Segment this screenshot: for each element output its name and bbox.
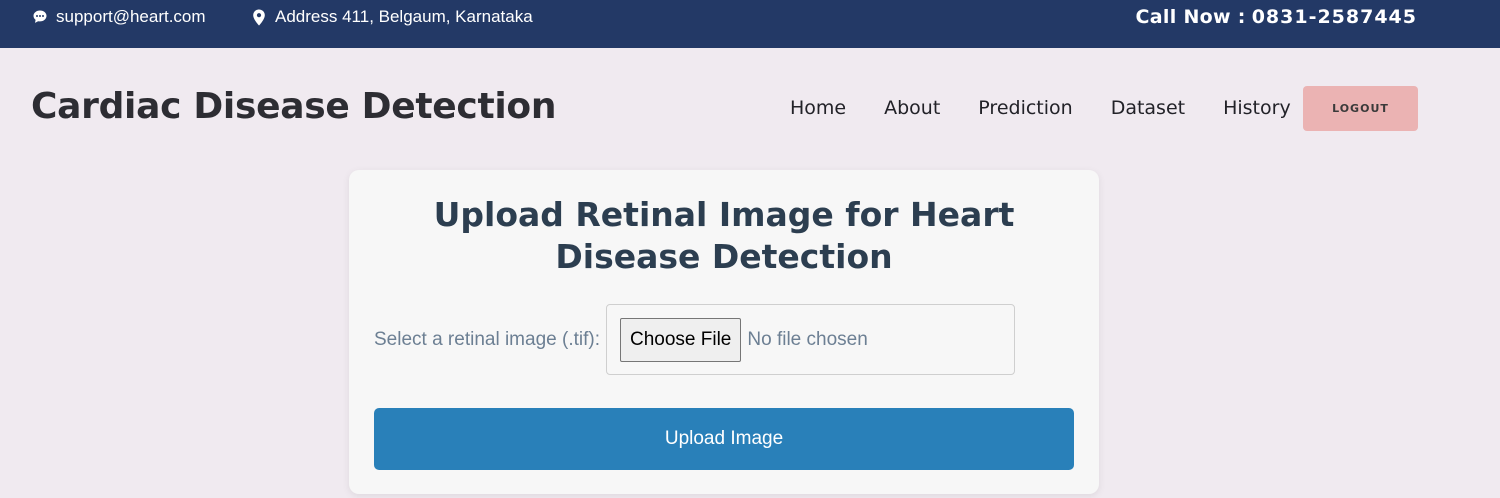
call-label: Call Now : — [1135, 6, 1246, 28]
file-input[interactable]: Choose File No file chosen — [605, 304, 1015, 375]
chat-bubble-icon — [31, 9, 48, 26]
nav-home[interactable]: Home — [790, 97, 846, 119]
upload-card: Upload Retinal Image for Heart Disease D… — [349, 170, 1099, 494]
site-brand[interactable]: Cardiac Disease Detection — [31, 86, 556, 127]
logout-button[interactable]: LOGOUT — [1303, 86, 1418, 131]
contact-email: support@heart.com — [31, 0, 206, 34]
address-text: Address 411, Belgaum, Karnataka — [275, 7, 533, 26]
call-now: Call Now : 0831-2587445 — [1136, 0, 1417, 34]
map-pin-icon — [250, 9, 267, 26]
upload-title: Upload Retinal Image for Heart Disease D… — [433, 195, 1015, 276]
nav-prediction[interactable]: Prediction — [978, 97, 1072, 119]
nav-about[interactable]: About — [884, 97, 940, 119]
file-input-row: Select a retinal image (.tif): Choose Fi… — [374, 304, 1015, 375]
main-nav: Home About Prediction Dataset History — [790, 86, 1329, 130]
choose-file-button[interactable]: Choose File — [619, 317, 742, 362]
call-number[interactable]: 0831-2587445 — [1252, 6, 1417, 28]
email-text: support@heart.com — [56, 7, 206, 26]
top-info-bar: support@heart.com Address 411, Belgaum, … — [0, 0, 1500, 48]
nav-dataset[interactable]: Dataset — [1111, 97, 1185, 119]
file-status-text: No file chosen — [747, 328, 868, 350]
contact-address: Address 411, Belgaum, Karnataka — [250, 0, 533, 34]
file-input-label: Select a retinal image (.tif): — [374, 328, 600, 350]
nav-history[interactable]: History — [1223, 97, 1291, 119]
upload-image-button[interactable]: Upload Image — [374, 408, 1074, 470]
